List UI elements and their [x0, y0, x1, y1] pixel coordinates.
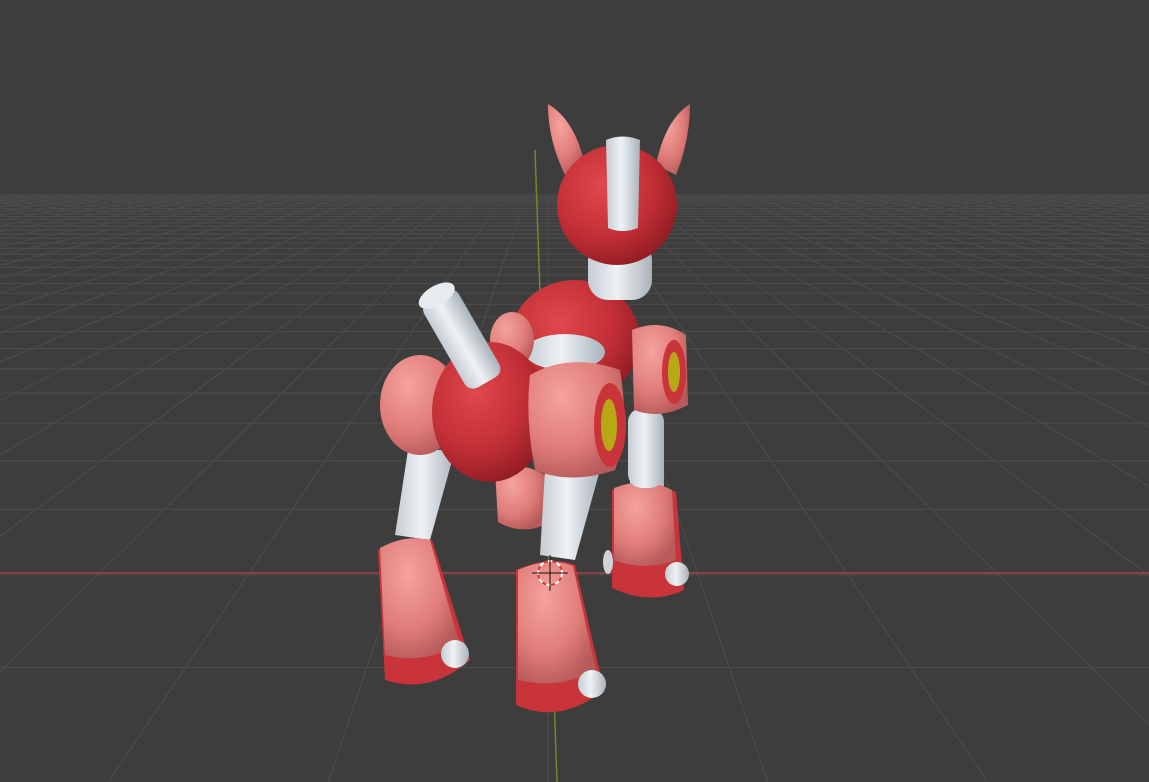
grid-line — [830, 193, 1149, 268]
head-stripe — [606, 136, 640, 231]
3d-viewport[interactable] — [0, 0, 1149, 782]
grid-line — [634, 194, 1149, 577]
grid-line — [0, 193, 5, 196]
grid-line — [678, 193, 1149, 428]
viewport-canvas[interactable] — [0, 0, 1149, 782]
leg-near-left — [378, 450, 470, 685]
grid-line — [0, 194, 462, 537]
grid-line — [612, 194, 1149, 725]
shoulder-right — [628, 325, 688, 488]
thigh-armor — [528, 362, 626, 478]
